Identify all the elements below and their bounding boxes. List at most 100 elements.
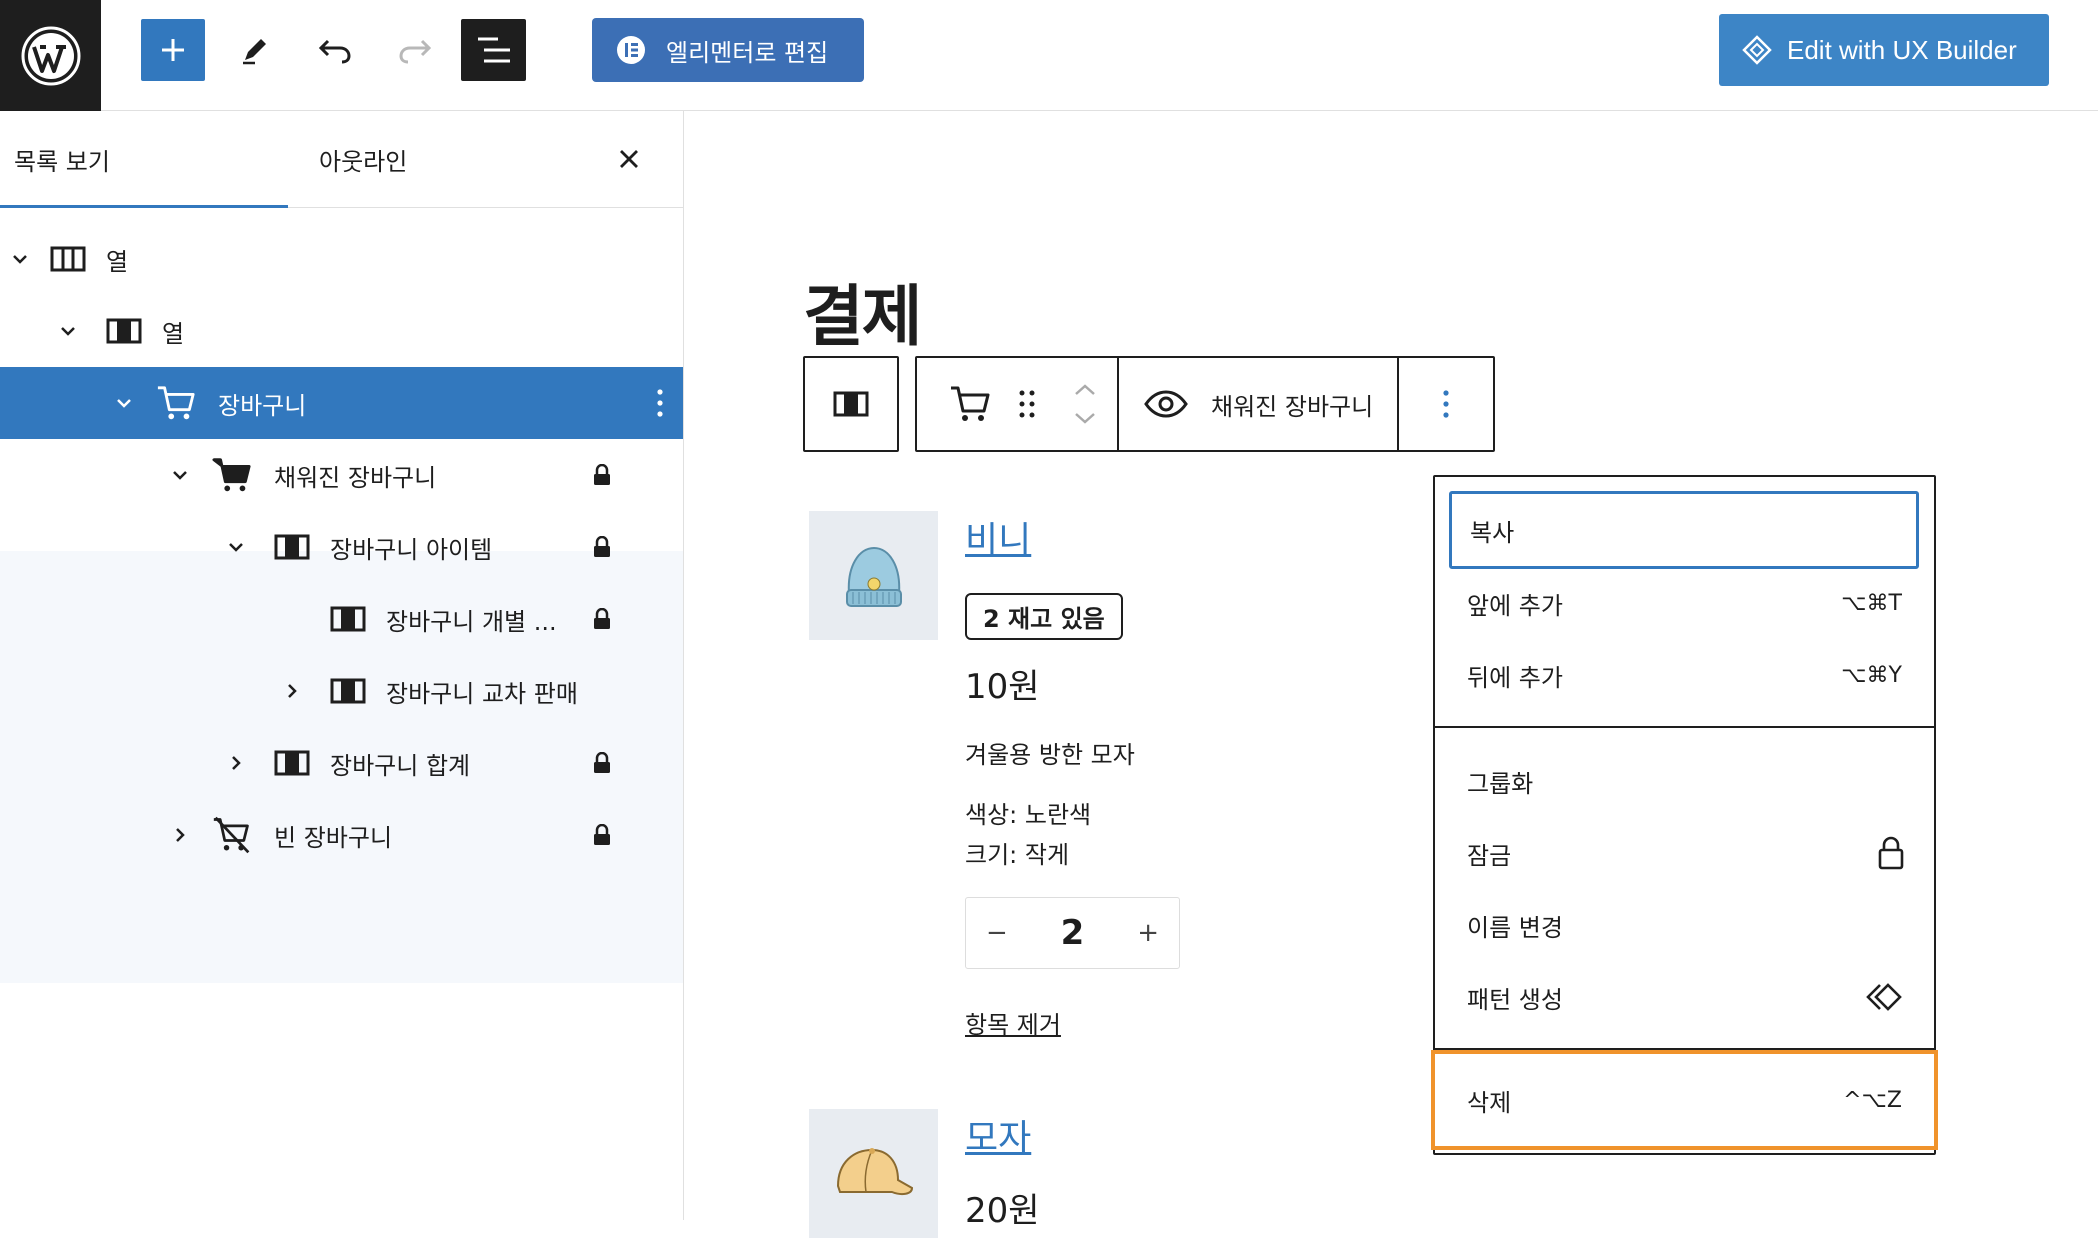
tab-list-view[interactable]: 목록 보기	[14, 111, 110, 208]
chevron-down-icon[interactable]	[8, 247, 32, 271]
chevron-right-icon[interactable]	[168, 823, 192, 847]
menu-divider	[1435, 726, 1934, 728]
product-name-link[interactable]: 비니	[965, 511, 1031, 563]
lock-icon	[592, 464, 612, 486]
tree-item-label: 장바구니 아이템	[330, 535, 493, 564]
beanie-image	[845, 546, 902, 607]
tree-item-filled-cart[interactable]: 채워진 장바구니	[0, 439, 683, 511]
menu-item-label: 뒤에 추가	[1467, 663, 1563, 692]
product-thumbnail[interactable]	[809, 511, 938, 640]
menu-item-insert-before[interactable]: 앞에 추가 ⌥⌘T	[1435, 567, 1934, 639]
chevron-down-icon[interactable]	[224, 535, 248, 559]
tab-outline-label: 아웃라인	[319, 148, 408, 176]
menu-item-rename[interactable]: 이름 변경	[1435, 889, 1934, 961]
product-thumbnail[interactable]	[809, 1109, 938, 1238]
more-vertical-icon	[1443, 390, 1449, 418]
menu-item-insert-after[interactable]: 뒤에 추가 ⌥⌘Y	[1435, 639, 1934, 711]
tree-item-column[interactable]: 열	[0, 295, 683, 367]
column-icon	[272, 743, 312, 783]
tree-item-label: 장바구니	[218, 391, 307, 420]
menu-item-label: 잠금	[1467, 841, 1512, 870]
lock-icon	[592, 824, 612, 846]
block-toolbar-main: 채워진 장바구니	[915, 356, 1496, 452]
drag-handle[interactable]	[1001, 358, 1053, 450]
lock-icon	[592, 752, 612, 774]
chevron-down-icon[interactable]	[56, 319, 80, 343]
quantity-value[interactable]: 2	[1061, 913, 1085, 953]
increase-quantity-button[interactable]: +	[1137, 918, 1159, 948]
view-switcher-button[interactable]: 채워진 장바구니	[1119, 358, 1397, 450]
quantity-stepper[interactable]: − 2 +	[965, 897, 1180, 969]
tree-item-label: 채워진 장바구니	[274, 463, 437, 492]
page-title[interactable]: 결제	[803, 263, 922, 359]
redo-button[interactable]	[384, 19, 446, 81]
menu-item-lock[interactable]: 잠금	[1435, 817, 1934, 889]
tree-item-label: 열	[162, 319, 185, 348]
pencil-icon	[243, 39, 266, 65]
wordpress-logo-icon[interactable]	[0, 0, 101, 111]
tree-item-empty-cart[interactable]: 빈 장바구니	[0, 799, 683, 871]
chevron-right-icon[interactable]	[224, 751, 248, 775]
plus-icon	[162, 39, 184, 61]
block-options-icon[interactable]	[652, 383, 668, 423]
close-sidebar-button[interactable]	[611, 141, 647, 177]
tools-button[interactable]	[224, 19, 286, 81]
view-switcher-label: 채워진 장바구니	[1211, 392, 1374, 421]
edit-with-elementor-button[interactable]: 엘리멘터로 편집	[592, 18, 864, 82]
menu-item-copy[interactable]: 복사	[1449, 491, 1919, 569]
tree-item-cart[interactable]: 장바구니	[0, 367, 683, 439]
chevron-down-icon[interactable]	[112, 391, 136, 415]
list-view-sidebar: 목록 보기 아웃라인 열 열 장바구니 채워진 장바구니 장바구니 아이템 장바…	[0, 111, 684, 1220]
edit-with-ux-builder-label: Edit with UX Builder	[1787, 34, 2017, 65]
add-block-button[interactable]	[141, 19, 205, 81]
lock-outline-icon	[1878, 836, 1904, 870]
decrease-quantity-button[interactable]: −	[986, 918, 1008, 948]
menu-item-label: 앞에 추가	[1467, 591, 1563, 620]
tree-item-cart-line-items[interactable]: 장바구니 개별 ...	[0, 583, 683, 655]
column-icon	[104, 311, 144, 351]
menu-item-create-pattern[interactable]: 패턴 생성	[1435, 961, 1934, 1033]
lock-icon	[592, 536, 612, 558]
product-size: 크기: 작게	[965, 841, 1070, 869]
column-icon	[328, 671, 368, 711]
close-icon	[620, 150, 638, 168]
menu-item-label: 삭제	[1467, 1088, 1512, 1117]
product-name-link[interactable]: 모자	[965, 1109, 1031, 1161]
column-icon	[833, 391, 869, 417]
menu-item-group[interactable]: 그룹화	[1435, 745, 1934, 817]
product-price: 10원	[965, 667, 1040, 707]
sidebar-tabs: 목록 보기 아웃라인	[0, 111, 683, 208]
tab-outline[interactable]: 아웃라인	[319, 111, 407, 208]
tree-item-cart-items[interactable]: 장바구니 아이템	[0, 511, 683, 583]
shortcut-text: ⌥⌘T	[1841, 590, 1902, 616]
cart-icon	[156, 383, 196, 423]
tree-item-label: 장바구니 교차 판매	[386, 679, 578, 708]
block-options-button[interactable]	[1399, 358, 1493, 450]
stock-badge: 2 재고 있음	[965, 593, 1123, 640]
block-type-button[interactable]	[939, 358, 1001, 450]
filled-cart-icon	[212, 455, 252, 495]
edit-with-ux-builder-button[interactable]: Edit with UX Builder	[1719, 14, 2049, 86]
tree-item-cart-cross-sells[interactable]: 장바구니 교차 판매	[0, 655, 683, 727]
move-down-icon[interactable]	[1074, 412, 1096, 424]
document-overview-button[interactable]	[461, 19, 526, 81]
editor-top-bar: 엘리멘터로 편집 Edit with UX Builder	[0, 0, 2098, 111]
menu-item-delete[interactable]: 삭제 ^⌥Z	[1431, 1050, 1938, 1150]
tree-item-columns[interactable]: 열	[0, 223, 683, 295]
active-tab-indicator	[0, 205, 288, 208]
select-parent-block-button[interactable]	[803, 356, 899, 452]
cart-icon	[951, 386, 990, 421]
remove-item-link[interactable]: 항목 제거	[965, 1005, 1061, 1040]
menu-item-label: 패턴 생성	[1467, 985, 1563, 1014]
drag-handle-icon	[1019, 390, 1035, 418]
move-up-icon[interactable]	[1074, 384, 1096, 396]
undo-button[interactable]	[304, 19, 366, 81]
product-price: 20원	[965, 1191, 1040, 1231]
tree-item-cart-totals[interactable]: 장바구니 합계	[0, 727, 683, 799]
block-toolbar: 채워진 장바구니	[803, 356, 1496, 452]
chevron-right-icon[interactable]	[280, 679, 304, 703]
cap-image	[836, 1147, 913, 1195]
shortcut-text: ⌥⌘Y	[1841, 662, 1902, 688]
tree-item-label: 빈 장바구니	[274, 823, 393, 852]
chevron-down-icon[interactable]	[168, 463, 192, 487]
